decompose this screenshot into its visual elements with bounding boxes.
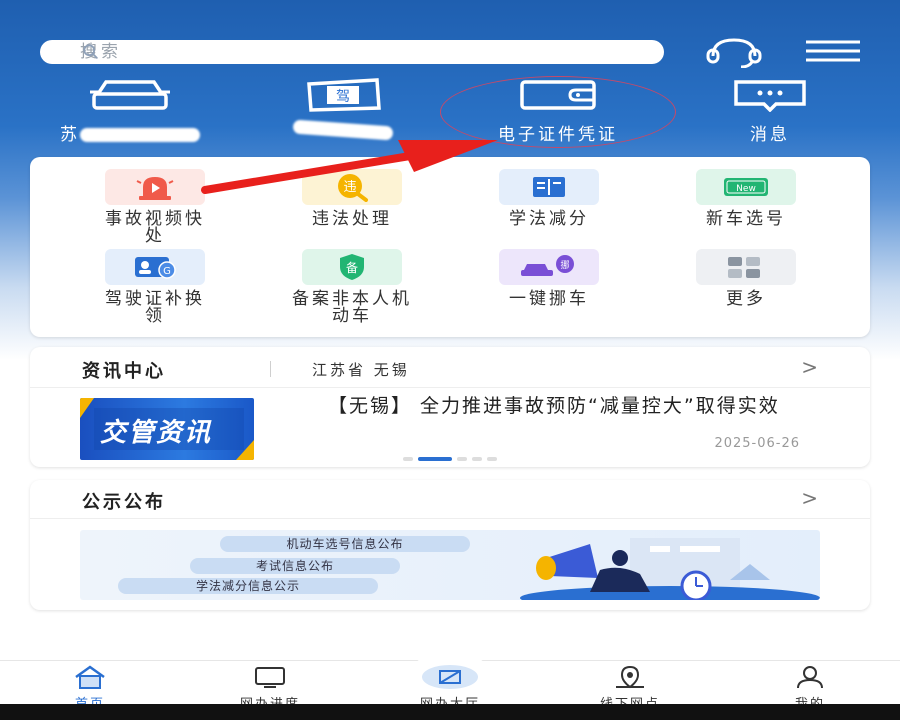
service-grid-card: 事故视频快处 违 违法处理 学法减分 New 新车选号 G 驾驶证补换领 备 备…: [30, 157, 870, 337]
service-label: 备案非本人机动车: [292, 289, 412, 326]
service-study-points[interactable]: 学法减分: [449, 169, 649, 228]
menu-icon[interactable]: [806, 40, 860, 62]
notice-title: 公示公布: [82, 492, 166, 513]
svg-text:备: 备: [346, 261, 358, 275]
home-icon: [75, 665, 105, 689]
user-icon: [797, 666, 823, 689]
quick-vehicle[interactable]: 苏: [55, 78, 205, 145]
license-icon: 驾: [307, 78, 381, 112]
service-label: 一键挪车: [509, 289, 589, 309]
service-more[interactable]: 更多: [646, 249, 846, 308]
news-title: 资讯中心: [82, 361, 166, 382]
quick-messages-label: 消息: [750, 125, 790, 145]
service-move-car[interactable]: 挪 一键挪车: [449, 249, 649, 308]
more-icon: [696, 249, 796, 285]
service-accident-video[interactable]: 事故视频快处: [55, 169, 255, 245]
svg-text:驾: 驾: [336, 89, 350, 105]
search-input[interactable]: [80, 42, 664, 62]
svg-text:挪: 挪: [560, 259, 569, 271]
news-headline[interactable]: 【无锡】 全力推进事故预防“减量控大”取得实效: [328, 395, 828, 417]
search-icon: [83, 44, 98, 59]
quick-license[interactable]: 驾: [268, 78, 418, 141]
quick-messages[interactable]: 消息: [695, 78, 845, 145]
notice-banner[interactable]: 机动车选号信息公布 考试信息公布 学法减分信息公示: [80, 530, 820, 600]
quick-vehicle-label: 苏: [60, 125, 80, 145]
car-icon: [90, 80, 170, 110]
alarm-light-icon: [105, 169, 205, 205]
service-label: 更多: [726, 289, 766, 309]
svg-text:违: 违: [343, 180, 356, 195]
svg-text:New: New: [736, 184, 756, 194]
notice-item[interactable]: 机动车选号信息公布: [220, 536, 470, 552]
system-bar: [0, 704, 900, 720]
divider: [30, 387, 870, 388]
carousel-indicator[interactable]: [403, 457, 497, 461]
region-selector[interactable]: 江苏省 无锡: [312, 359, 410, 380]
news-date: 2025-06-26: [714, 436, 800, 451]
chevron-right-icon[interactable]: >: [801, 355, 818, 379]
annotation-circle: [440, 76, 676, 148]
service-register-vehicle[interactable]: 备 备案非本人机动车: [252, 249, 452, 325]
move-car-icon: 挪: [499, 249, 599, 285]
book-icon: [499, 169, 599, 205]
svg-text:G: G: [163, 266, 171, 277]
hall-icon: [422, 665, 478, 689]
location-icon: [616, 665, 644, 689]
divider: [30, 518, 870, 519]
message-icon: [734, 80, 806, 112]
redacted-license: [292, 119, 394, 141]
notice-item[interactable]: 考试信息公布: [190, 558, 400, 574]
service-new-plate[interactable]: New 新车选号: [646, 169, 846, 228]
redacted-plate: [80, 128, 200, 142]
customer-service-icon[interactable]: [705, 36, 763, 68]
service-label: 事故视频快处: [105, 209, 205, 246]
thumbnail-title: 交管资讯: [100, 418, 213, 448]
news-card: 资讯中心 江苏省 无锡 > 交管资讯 【无锡】 全力推进事故预防“减量控大”取得…: [30, 347, 870, 467]
violation-icon: 违: [302, 169, 402, 205]
bottom-navigation: 首页 网办进度 网办大厅 线下网点 我的: [0, 649, 900, 712]
notice-item[interactable]: 学法减分信息公示: [118, 578, 378, 594]
service-label: 学法减分: [509, 209, 589, 229]
license-card-icon: G: [105, 249, 205, 285]
service-label: 新车选号: [706, 209, 786, 229]
service-violation[interactable]: 违 违法处理: [252, 169, 452, 228]
news-thumbnail[interactable]: 交管资讯: [80, 398, 254, 460]
divider: [270, 361, 271, 377]
chevron-right-icon[interactable]: >: [801, 486, 818, 510]
service-label: 驾驶证补换领: [105, 289, 205, 326]
new-plate-icon: New: [696, 169, 796, 205]
notice-card: 公示公布 > 机动车选号信息公布 考试信息公布 学法减分信息公示: [30, 480, 870, 610]
megaphone-illustration: [520, 538, 820, 600]
monitor-icon: [255, 667, 285, 688]
shield-icon: 备: [302, 249, 402, 285]
service-license-renewal[interactable]: G 驾驶证补换领: [55, 249, 255, 325]
search-bar[interactable]: [40, 40, 664, 64]
service-label: 违法处理: [312, 209, 392, 229]
